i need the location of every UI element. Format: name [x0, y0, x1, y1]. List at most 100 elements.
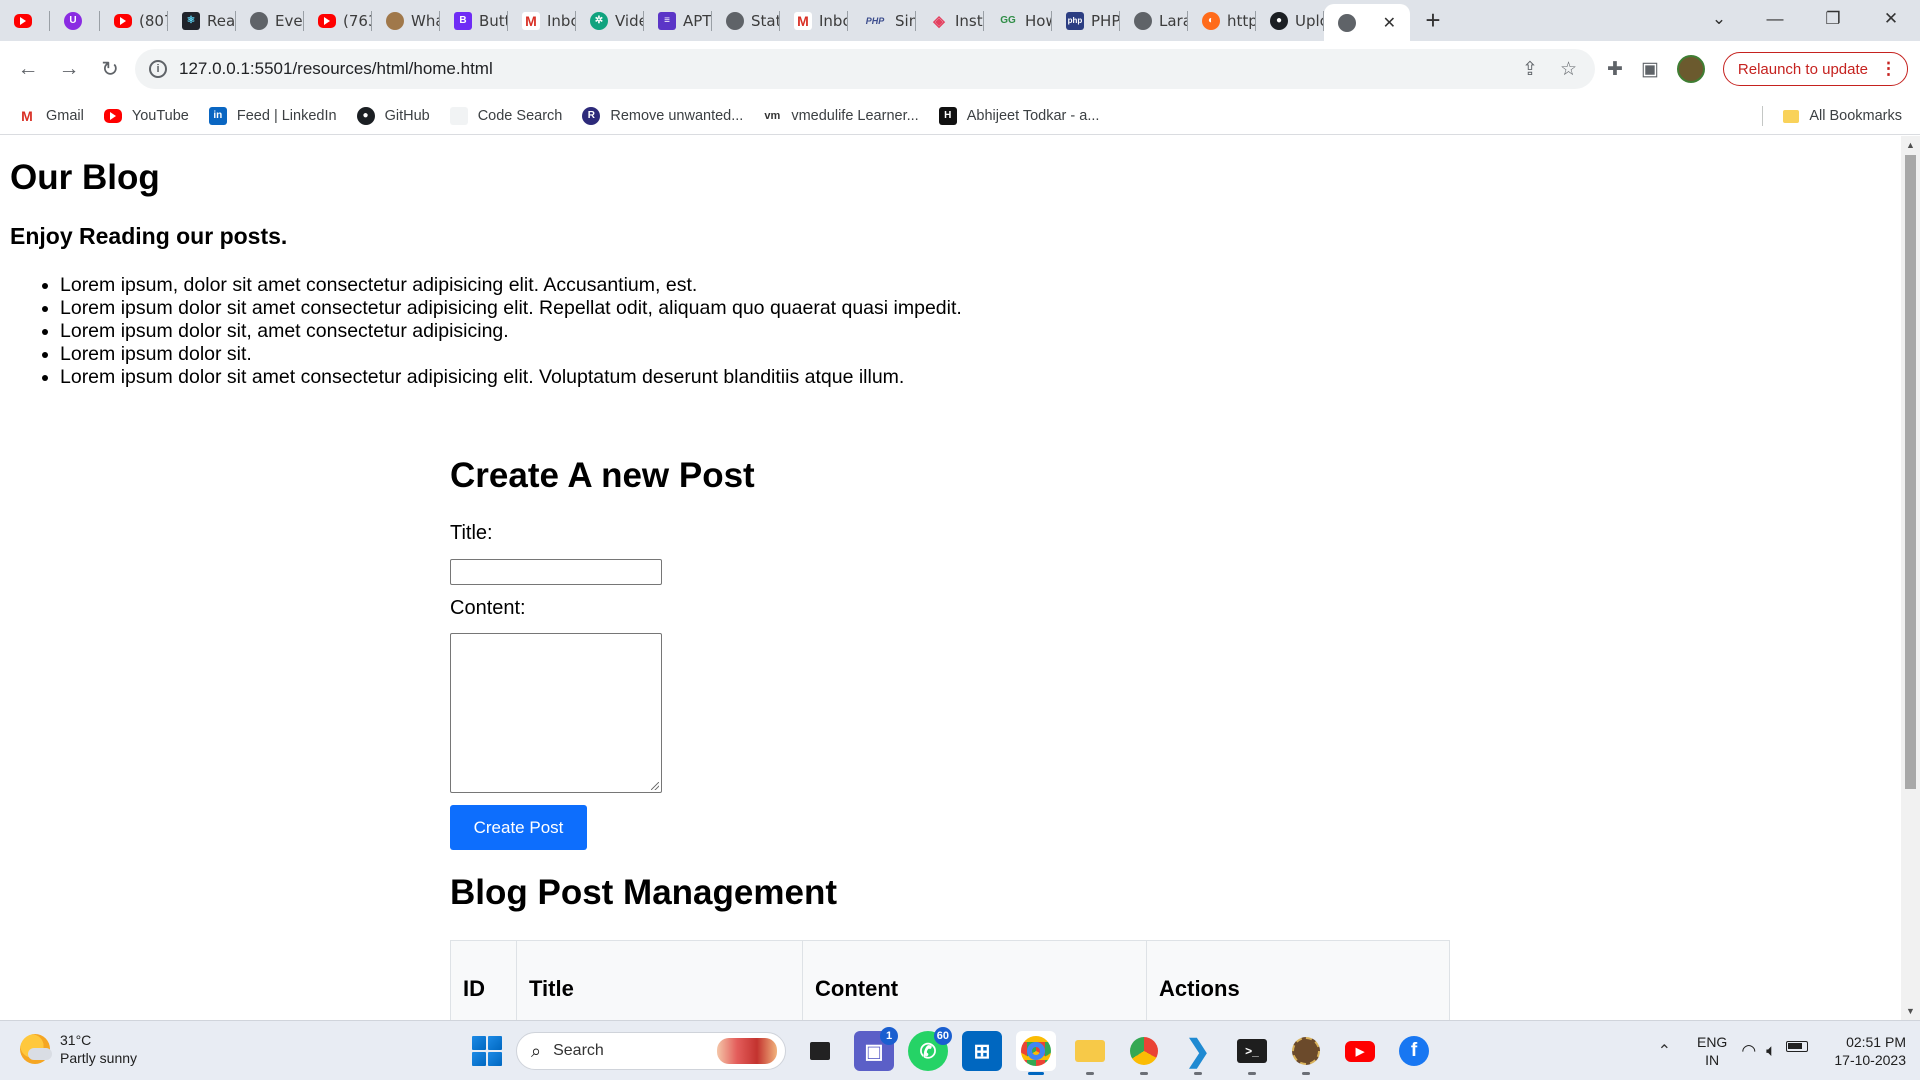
browser-tab[interactable]: ⚛ Reac: [168, 0, 236, 41]
browser-tab[interactable]: ≡ APT: [644, 0, 712, 41]
column-header-title: Title: [517, 941, 803, 1020]
content-textarea[interactable]: [450, 633, 662, 793]
browser-tab[interactable]: Wha: [372, 0, 440, 41]
scroll-down-icon[interactable]: ▼: [1905, 1006, 1916, 1016]
minimize-icon[interactable]: —: [1746, 0, 1804, 38]
clock-date: 17-10-2023: [1834, 1052, 1906, 1068]
quick-settings[interactable]: ◠ 🔈︎: [1741, 1041, 1809, 1061]
posts-table: ID Title Content Actions: [450, 940, 1450, 1020]
bookmark-code-search[interactable]: Code Search: [449, 106, 562, 125]
site-info-icon[interactable]: i: [149, 60, 167, 78]
globe-icon: [1338, 13, 1356, 32]
windows-taskbar: 31°C Partly sunny ⌕ Search ▣ 1 ✆ 60 ⊞ ❯ >_…: [0, 1020, 1920, 1080]
volume-icon: 🔈︎: [1766, 1041, 1777, 1060]
relaunch-button[interactable]: Relaunch to update ⋮: [1722, 52, 1908, 86]
browser-tab[interactable]: GG How: [984, 0, 1052, 41]
tab-label: Wha: [411, 11, 440, 30]
clock[interactable]: 02:51 PM 17-10-2023: [1834, 1033, 1906, 1069]
tab-label: http: [1227, 11, 1256, 30]
page-scrollbar[interactable]: ▲ ▼: [1901, 136, 1920, 1020]
show-hidden-icons-icon[interactable]: ⌃: [1658, 1041, 1671, 1061]
tab-label: (807: [139, 11, 168, 30]
browser-tab[interactable]: U: [50, 0, 100, 41]
youtube-icon: [14, 13, 32, 28]
bookmark-gmail[interactable]: M Gmail: [18, 106, 84, 125]
youtube-icon: [103, 108, 122, 123]
search-placeholder: Search: [553, 1042, 604, 1059]
create-post-button[interactable]: Create Post: [450, 805, 587, 850]
globe-icon: [726, 11, 744, 30]
extensions-icon[interactable]: ✚: [1607, 58, 1623, 81]
browser-tab[interactable]: M Inbc: [508, 0, 576, 41]
start-button[interactable]: [472, 1036, 502, 1066]
active-tab[interactable]: ✕: [1324, 4, 1410, 41]
title-input[interactable]: [450, 559, 662, 585]
teams-icon[interactable]: ▣ 1: [854, 1027, 898, 1071]
browser-tab[interactable]: php PHP: [1052, 0, 1120, 41]
github-icon: ●: [356, 106, 375, 125]
file-explorer-icon[interactable]: [1070, 1031, 1110, 1075]
back-icon[interactable]: ←: [8, 49, 48, 89]
restore-icon[interactable]: ❐: [1804, 0, 1862, 38]
tab-label: Inbc: [819, 11, 848, 30]
tab-label: How: [1025, 11, 1052, 30]
bookmark-youtube[interactable]: YouTube: [103, 108, 189, 124]
bookmark-github[interactable]: ● GitHub: [356, 106, 430, 125]
language-indicator[interactable]: ENG IN: [1697, 1033, 1727, 1069]
column-header-actions: Actions: [1159, 976, 1240, 1001]
whatsapp-icon[interactable]: ✆ 60: [908, 1027, 952, 1071]
facebook-icon[interactable]: f: [1394, 1031, 1434, 1071]
weather-widget[interactable]: 31°C Partly sunny: [20, 1031, 137, 1067]
browser-tab[interactable]: Ever: [236, 0, 304, 41]
vscode-icon[interactable]: ❯: [1178, 1031, 1218, 1075]
scroll-up-icon[interactable]: ▲: [1905, 140, 1916, 150]
browser-tab[interactable]: ● Uplc: [1256, 0, 1324, 41]
browser-tab[interactable]: M Inbc: [780, 0, 848, 41]
all-bookmarks[interactable]: All Bookmarks: [1762, 97, 1902, 135]
scrollbar-thumb[interactable]: [1905, 155, 1916, 789]
taskbar-search[interactable]: ⌕ Search: [516, 1032, 786, 1070]
share-icon[interactable]: ⇪: [1522, 58, 1538, 81]
bookmark-vmedulife[interactable]: vm vmedulife Learner...: [763, 107, 918, 125]
profile-avatar[interactable]: [1676, 55, 1705, 83]
bookmark-abhijeet[interactable]: H Abhijeet Todkar - a...: [938, 106, 1099, 125]
browser-tab[interactable]: ◈ Inst: [916, 0, 984, 41]
chrome-profile-icon[interactable]: [1124, 1031, 1164, 1075]
tab-search-icon[interactable]: ⌄: [1690, 0, 1748, 38]
bookmark-star-icon[interactable]: ☆: [1560, 58, 1577, 81]
address-bar[interactable]: i 127.0.0.1:5501/resources/html/home.htm…: [135, 49, 1595, 89]
region-code: IN: [1705, 1052, 1720, 1068]
bookmark-remove-unwanted[interactable]: R Remove unwanted...: [582, 106, 743, 125]
browser-tab[interactable]: Stat: [712, 0, 780, 41]
tab-label: Reac: [207, 11, 236, 30]
geeksforgeeks-icon: GG: [1000, 15, 1016, 26]
browser-tab[interactable]: B Butt: [440, 0, 508, 41]
close-window-icon[interactable]: ✕: [1862, 0, 1920, 38]
browser-tab[interactable]: ✲ Vide: [576, 0, 644, 41]
bookmark-label: GitHub: [384, 107, 430, 124]
forward-icon[interactable]: →: [49, 49, 89, 89]
browser-tab[interactable]: (763: [304, 0, 372, 41]
bookmark-label: vmedulife Learner...: [791, 107, 919, 124]
close-tab-icon[interactable]: ✕: [1383, 13, 1396, 32]
bookmark-linkedin[interactable]: in Feed | LinkedIn: [208, 106, 337, 125]
divider: [1762, 106, 1764, 126]
chrome-icon[interactable]: [1016, 1031, 1056, 1075]
new-tab-button[interactable]: +: [1410, 0, 1456, 41]
php-icon: PHP: [865, 15, 885, 26]
browser-tab[interactable]: (807: [100, 0, 168, 41]
microsoft-store-icon[interactable]: ⊞: [962, 1031, 1002, 1071]
terminal-icon[interactable]: >_: [1232, 1031, 1272, 1075]
task-view-icon[interactable]: [800, 1031, 840, 1071]
browser-tab[interactable]: Lara: [1120, 0, 1188, 41]
menu-icon[interactable]: ⋮: [1880, 59, 1897, 79]
relaunch-label: Relaunch to update: [1737, 60, 1868, 78]
app-badge-icon[interactable]: [1286, 1031, 1326, 1075]
browser-tab[interactable]: PHP Sim: [848, 0, 916, 41]
side-panel-icon[interactable]: ▣: [1641, 58, 1659, 81]
reload-icon[interactable]: ↻: [90, 49, 130, 89]
browser-tab[interactable]: [0, 0, 50, 41]
youtube-app-icon[interactable]: ▶: [1340, 1031, 1380, 1071]
gmail-icon: M: [522, 11, 540, 30]
browser-tab[interactable]: ◐ http: [1188, 0, 1256, 41]
